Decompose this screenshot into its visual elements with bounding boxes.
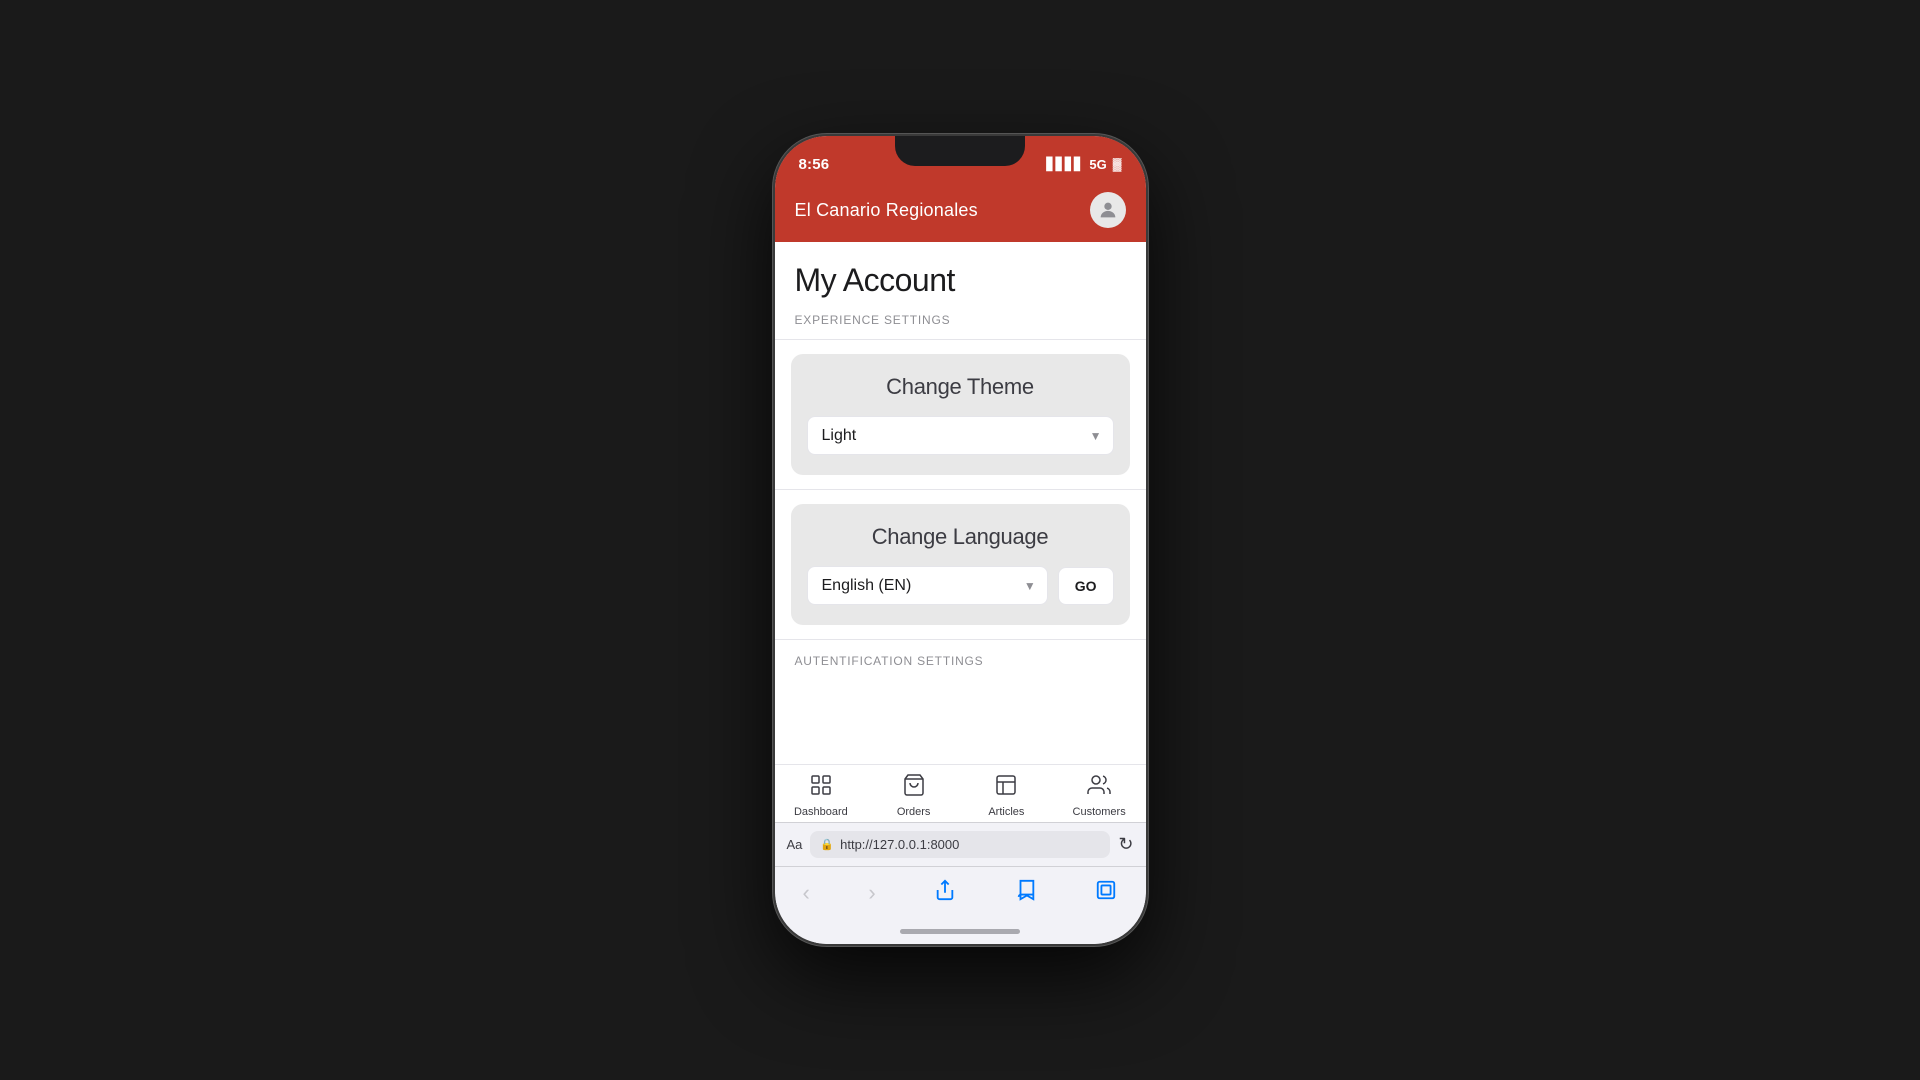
nav-item-dashboard[interactable]: Dashboard xyxy=(775,773,868,818)
change-language-card: Change Language English (EN) Español (ES… xyxy=(791,504,1130,625)
phone-notch xyxy=(895,136,1025,166)
change-theme-title: Change Theme xyxy=(807,374,1114,400)
phone-shell: 8:56 ▋▋▋▋ 5G ▓ El Canario Regionales xyxy=(773,134,1148,946)
phone-screen: 8:56 ▋▋▋▋ 5G ▓ El Canario Regionales xyxy=(775,136,1146,944)
url-text: http://127.0.0.1:8000 xyxy=(840,837,959,852)
safari-toolbar: ‹ › xyxy=(775,866,1146,923)
back-button[interactable]: ‹ xyxy=(795,876,818,910)
app-header: El Canario Regionales xyxy=(775,180,1146,242)
customers-label: Customers xyxy=(1073,806,1126,818)
signal-icon: ▋▋▋▋ xyxy=(1046,157,1083,171)
go-button[interactable]: GO xyxy=(1058,567,1114,605)
share-button[interactable] xyxy=(926,875,964,911)
nav-item-articles[interactable]: Articles xyxy=(960,773,1053,818)
nav-item-customers[interactable]: Customers xyxy=(1053,773,1146,818)
status-time: 8:56 xyxy=(799,156,830,173)
browser-aa[interactable]: Aa xyxy=(787,837,803,852)
theme-dropdown-wrapper: Light Dark ▼ xyxy=(807,416,1114,455)
tabs-button[interactable] xyxy=(1087,875,1125,911)
bookmarks-button[interactable] xyxy=(1007,875,1045,911)
customers-icon xyxy=(1087,773,1111,803)
home-indicator xyxy=(775,923,1146,944)
browser-url-bar[interactable]: 🔒 http://127.0.0.1:8000 xyxy=(810,831,1110,858)
home-bar xyxy=(900,929,1020,934)
language-select[interactable]: English (EN) Español (ES) Français (FR) xyxy=(807,566,1048,605)
main-content: My Account EXPERIENCE SETTINGS Change Th… xyxy=(775,242,1146,764)
network-label: 5G xyxy=(1089,157,1106,172)
orders-icon xyxy=(902,773,926,803)
status-icons: ▋▋▋▋ 5G ▓ xyxy=(1046,157,1121,172)
articles-icon xyxy=(994,773,1018,803)
orders-label: Orders xyxy=(897,806,931,818)
reload-icon[interactable]: ↻ xyxy=(1118,834,1133,855)
divider-2 xyxy=(775,489,1146,490)
lock-icon: 🔒 xyxy=(820,838,834,851)
phone-frame: 8:56 ▋▋▋▋ 5G ▓ El Canario Regionales xyxy=(773,134,1148,946)
bottom-nav: Dashboard Orders xyxy=(775,764,1146,822)
dashboard-label: Dashboard xyxy=(794,806,848,818)
nav-item-orders[interactable]: Orders xyxy=(867,773,960,818)
experience-settings-label: EXPERIENCE SETTINGS xyxy=(775,307,1146,339)
change-theme-card: Change Theme Light Dark ▼ xyxy=(791,354,1130,475)
theme-select[interactable]: Light Dark xyxy=(807,416,1114,455)
articles-label: Articles xyxy=(988,806,1024,818)
user-avatar[interactable] xyxy=(1090,192,1126,228)
auth-settings-label: AUTENTIFICATION SETTINGS xyxy=(775,640,1146,674)
language-select-wrapper: English (EN) Español (ES) Français (FR) … xyxy=(807,566,1048,605)
browser-bar: Aa 🔒 http://127.0.0.1:8000 ↻ xyxy=(775,822,1146,866)
divider-1 xyxy=(775,339,1146,340)
page-title: My Account xyxy=(775,242,1146,307)
language-row: English (EN) Español (ES) Français (FR) … xyxy=(807,566,1114,605)
dashboard-icon xyxy=(809,773,833,803)
battery-icon: ▓ xyxy=(1113,157,1122,171)
app-title: El Canario Regionales xyxy=(795,200,978,221)
change-language-title: Change Language xyxy=(807,524,1114,550)
forward-button[interactable]: › xyxy=(860,876,883,910)
